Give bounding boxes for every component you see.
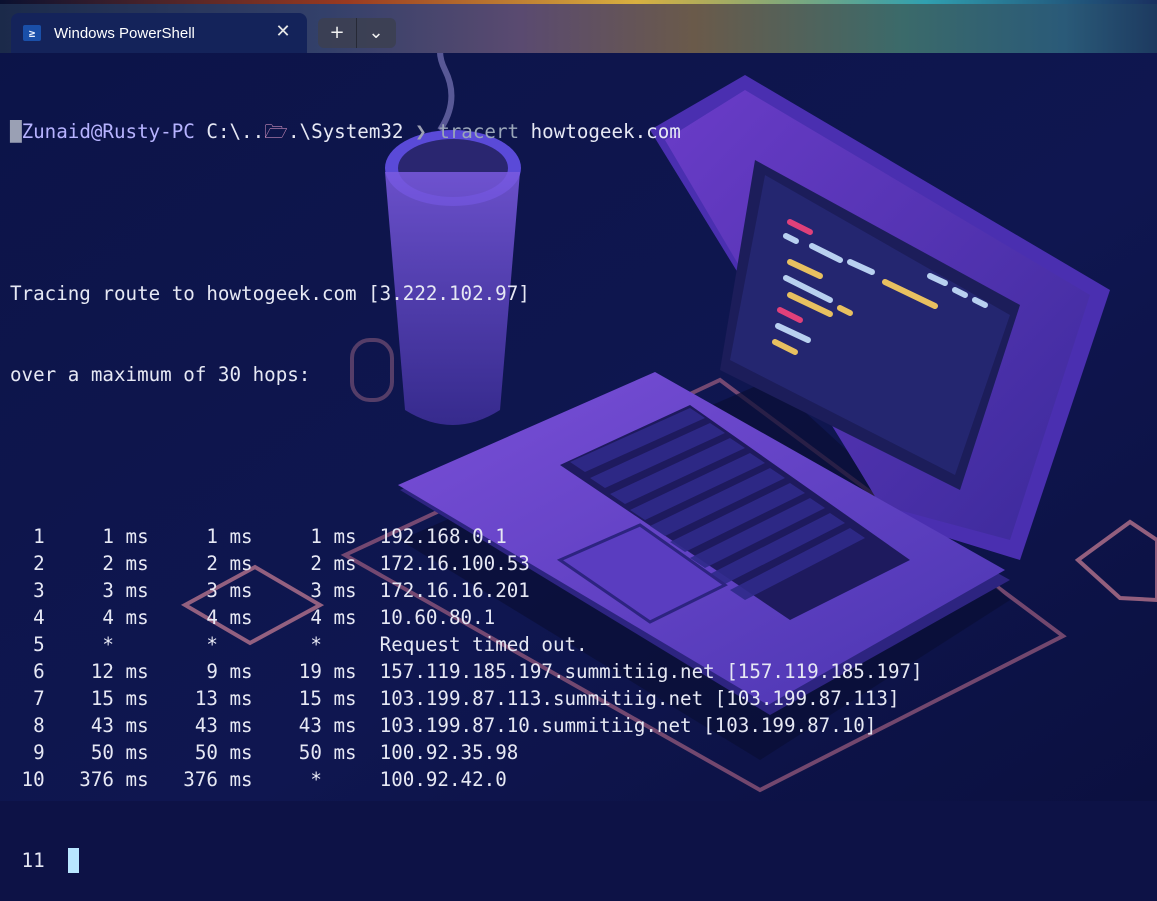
- hop-number: 6: [10, 660, 45, 683]
- hop-row: 1 1 ms 1 ms 1 ms 192.168.0.1: [10, 523, 1150, 550]
- hop-rtt3: 3 ms: [252, 579, 357, 602]
- hop-rtt1: 3 ms: [44, 579, 149, 602]
- hop-rtt2: 4 ms: [148, 606, 253, 629]
- hop-rtt1: 2 ms: [44, 552, 149, 575]
- hop-rtt3: 4 ms: [252, 606, 357, 629]
- hop-rtt3: 2 ms: [252, 552, 357, 575]
- command-argument: howtogeek.com: [530, 120, 681, 143]
- hop-rtt3: *: [252, 633, 357, 656]
- hop-host: 172.16.100.53: [379, 552, 530, 575]
- hop-rtt1: 43 ms: [44, 714, 149, 737]
- hop-rtt1: 50 ms: [44, 741, 149, 764]
- hop-row: 4 4 ms 4 ms 4 ms 10.60.80.1: [10, 604, 1150, 631]
- hop-rtt1: *: [44, 633, 149, 656]
- prompt-user-host: Zunaid@Rusty-PC: [21, 120, 195, 143]
- hop-row: 7 15 ms 13 ms 15 ms 103.199.87.113.summi…: [10, 685, 1150, 712]
- prompt-line: █Zunaid@Rusty-PC C:\..🗁.\System32 ❯ trac…: [10, 118, 1150, 145]
- command-name: tracert: [438, 120, 520, 143]
- hop-number: 8: [10, 714, 45, 737]
- hop-rtt3: 50 ms: [252, 741, 357, 764]
- hop-host: Request timed out.: [379, 633, 588, 656]
- hop-rtt1: 1 ms: [44, 525, 149, 548]
- folder-icon: 🗁: [264, 120, 288, 143]
- hop-row: 5 * * * Request timed out.: [10, 631, 1150, 658]
- hop-row: 3 3 ms 3 ms 3 ms 172.16.16.201: [10, 577, 1150, 604]
- chevron-down-icon[interactable]: ⌄: [357, 18, 395, 48]
- hop-row: 10 376 ms 376 ms * 100.92.42.0: [10, 766, 1150, 793]
- hop-number: 1: [10, 525, 45, 548]
- hop-number: 9: [10, 741, 45, 764]
- hop-rtt1: 15 ms: [44, 687, 149, 710]
- tab-title: Windows PowerShell: [54, 24, 195, 42]
- hop-rtt3: 19 ms: [252, 660, 357, 683]
- text-cursor: [67, 848, 79, 873]
- hop-rtt3: *: [252, 768, 357, 791]
- title-bar: ≥ Windows PowerShell ✕ + ⌄: [0, 0, 1157, 53]
- prompt-separator-icon: ❯: [415, 120, 427, 143]
- hop-rtt2: 43 ms: [148, 714, 253, 737]
- hop-rtt2: 2 ms: [148, 552, 253, 575]
- hop-number: 7: [10, 687, 45, 710]
- hop-row: 2 2 ms 2 ms 2 ms 172.16.100.53: [10, 550, 1150, 577]
- tab-actions: + ⌄: [318, 18, 396, 48]
- powershell-icon: ≥: [23, 25, 41, 41]
- trace-header-2: over a maximum of 30 hops:: [10, 363, 311, 386]
- hop-host: 10.60.80.1: [379, 606, 496, 629]
- hop-rtt1: 376 ms: [44, 768, 149, 791]
- hop-rtt2: 50 ms: [148, 741, 253, 764]
- hop-number: 5: [10, 633, 45, 656]
- hop-row: 8 43 ms 43 ms 43 ms 103.199.87.10.summit…: [10, 712, 1150, 739]
- hop-rtt2: *: [148, 633, 253, 656]
- terminal-output[interactable]: █Zunaid@Rusty-PC C:\..🗁.\System32 ❯ trac…: [10, 64, 1150, 873]
- hop-host: 100.92.42.0: [379, 768, 507, 791]
- hop-host: 192.168.0.1: [379, 525, 507, 548]
- hop-row: 9 50 ms 50 ms 50 ms 100.92.35.98: [10, 739, 1150, 766]
- hop-host: 172.16.16.201: [379, 579, 530, 602]
- hop-list: 1 1 ms 1 ms 1 ms 192.168.0.1 2 2 ms 2 ms…: [10, 523, 1150, 793]
- hop-row: 6 12 ms 9 ms 19 ms 157.119.185.197.summi…: [10, 658, 1150, 685]
- hop-number: 10: [10, 768, 45, 791]
- hop-host: 100.92.35.98: [379, 741, 519, 764]
- hop-rtt1: 4 ms: [44, 606, 149, 629]
- hop-number: 2: [10, 552, 45, 575]
- hop-rtt2: 376 ms: [148, 768, 253, 791]
- prompt-path-suffix: .\System32: [287, 120, 404, 143]
- hop-rtt3: 43 ms: [252, 714, 357, 737]
- hop-host: 103.199.87.113.summitiig.net [103.199.87…: [379, 687, 900, 710]
- hop-number: 4: [10, 606, 45, 629]
- prompt-path-prefix: C:\..: [206, 120, 265, 143]
- trace-header-1: Tracing route to howtogeek.com [3.222.10…: [10, 282, 530, 305]
- close-icon[interactable]: ✕: [273, 22, 293, 42]
- hop-rtt2: 13 ms: [148, 687, 253, 710]
- hop-rtt3: 15 ms: [252, 687, 357, 710]
- hop-host: 157.119.185.197.summitiig.net [157.119.1…: [379, 660, 923, 683]
- tab-windows-powershell[interactable]: ≥ Windows PowerShell ✕: [11, 13, 307, 53]
- hop-rtt2: 1 ms: [148, 525, 253, 548]
- hop-host: 103.199.87.10.summitiig.net [103.199.87.…: [379, 714, 877, 737]
- hop-number: 3: [10, 579, 45, 602]
- hop-rtt1: 12 ms: [44, 660, 149, 683]
- prompt-block-icon: █: [10, 120, 22, 143]
- current-hop-number: 11: [10, 849, 45, 872]
- hop-rtt2: 3 ms: [148, 579, 253, 602]
- new-tab-button[interactable]: +: [318, 18, 356, 48]
- current-hop-line: 11: [10, 847, 1150, 874]
- hop-rtt2: 9 ms: [148, 660, 253, 683]
- hop-rtt3: 1 ms: [252, 525, 357, 548]
